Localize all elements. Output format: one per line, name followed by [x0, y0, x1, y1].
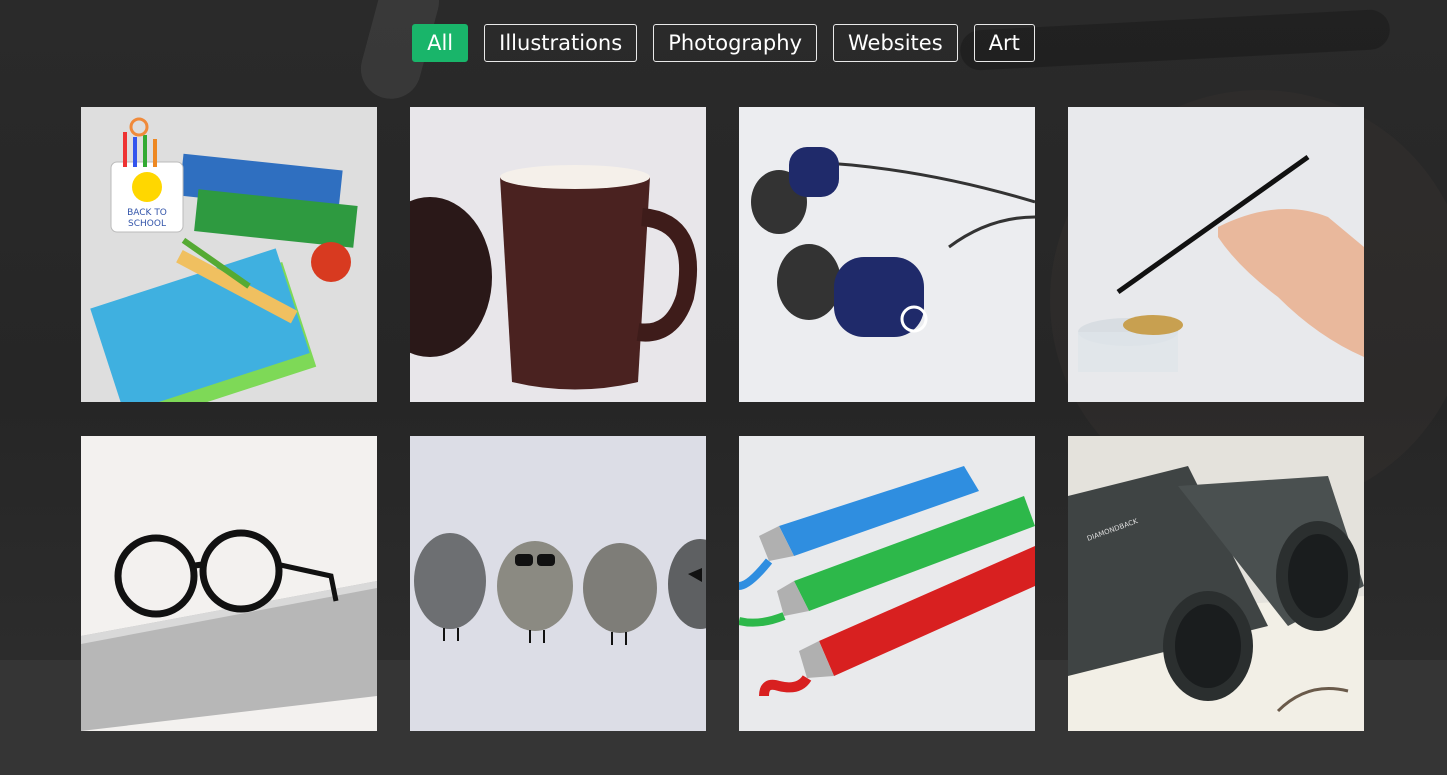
portfolio-item-binoculars[interactable]: DIAMONDBACK: [1068, 436, 1364, 731]
glasses-image: [81, 436, 377, 731]
portfolio-item-earphones[interactable]: [739, 107, 1035, 402]
portfolio-item-paint-tubes[interactable]: [739, 436, 1035, 731]
portfolio-grid: BACK TO SCHOOL DIAMONDBACK: [81, 107, 1364, 731]
filter-illustrations-button[interactable]: Illustrations: [484, 24, 638, 62]
filter-websites-button[interactable]: Websites: [833, 24, 958, 62]
smiley-icon: [132, 172, 162, 202]
paint-tubes-image: [739, 436, 1035, 731]
portfolio-item-back-to-school[interactable]: BACK TO SCHOOL: [81, 107, 377, 402]
mug-text-line2: SCHOOL: [128, 219, 166, 229]
portfolio-item-glasses[interactable]: [81, 436, 377, 731]
coffee-mug-image: [410, 107, 706, 402]
earphones-image: [739, 107, 1035, 402]
mug-text-line1: BACK TO: [127, 208, 167, 218]
filter-all-button[interactable]: All: [412, 24, 469, 62]
portfolio-item-paintbrush[interactable]: [1068, 107, 1364, 402]
filter-art-button[interactable]: Art: [973, 24, 1035, 62]
portfolio-item-pebbles[interactable]: [410, 436, 706, 731]
paintbrush-image: [1068, 107, 1364, 402]
pebbles-image: [410, 436, 706, 731]
portfolio-item-coffee-mug[interactable]: [410, 107, 706, 402]
portfolio-filter-bar: All Illustrations Photography Websites A…: [0, 24, 1447, 62]
back-to-school-image: BACK TO SCHOOL: [81, 107, 377, 402]
binoculars-image: DIAMONDBACK: [1068, 436, 1364, 731]
filter-photography-button[interactable]: Photography: [653, 24, 817, 62]
